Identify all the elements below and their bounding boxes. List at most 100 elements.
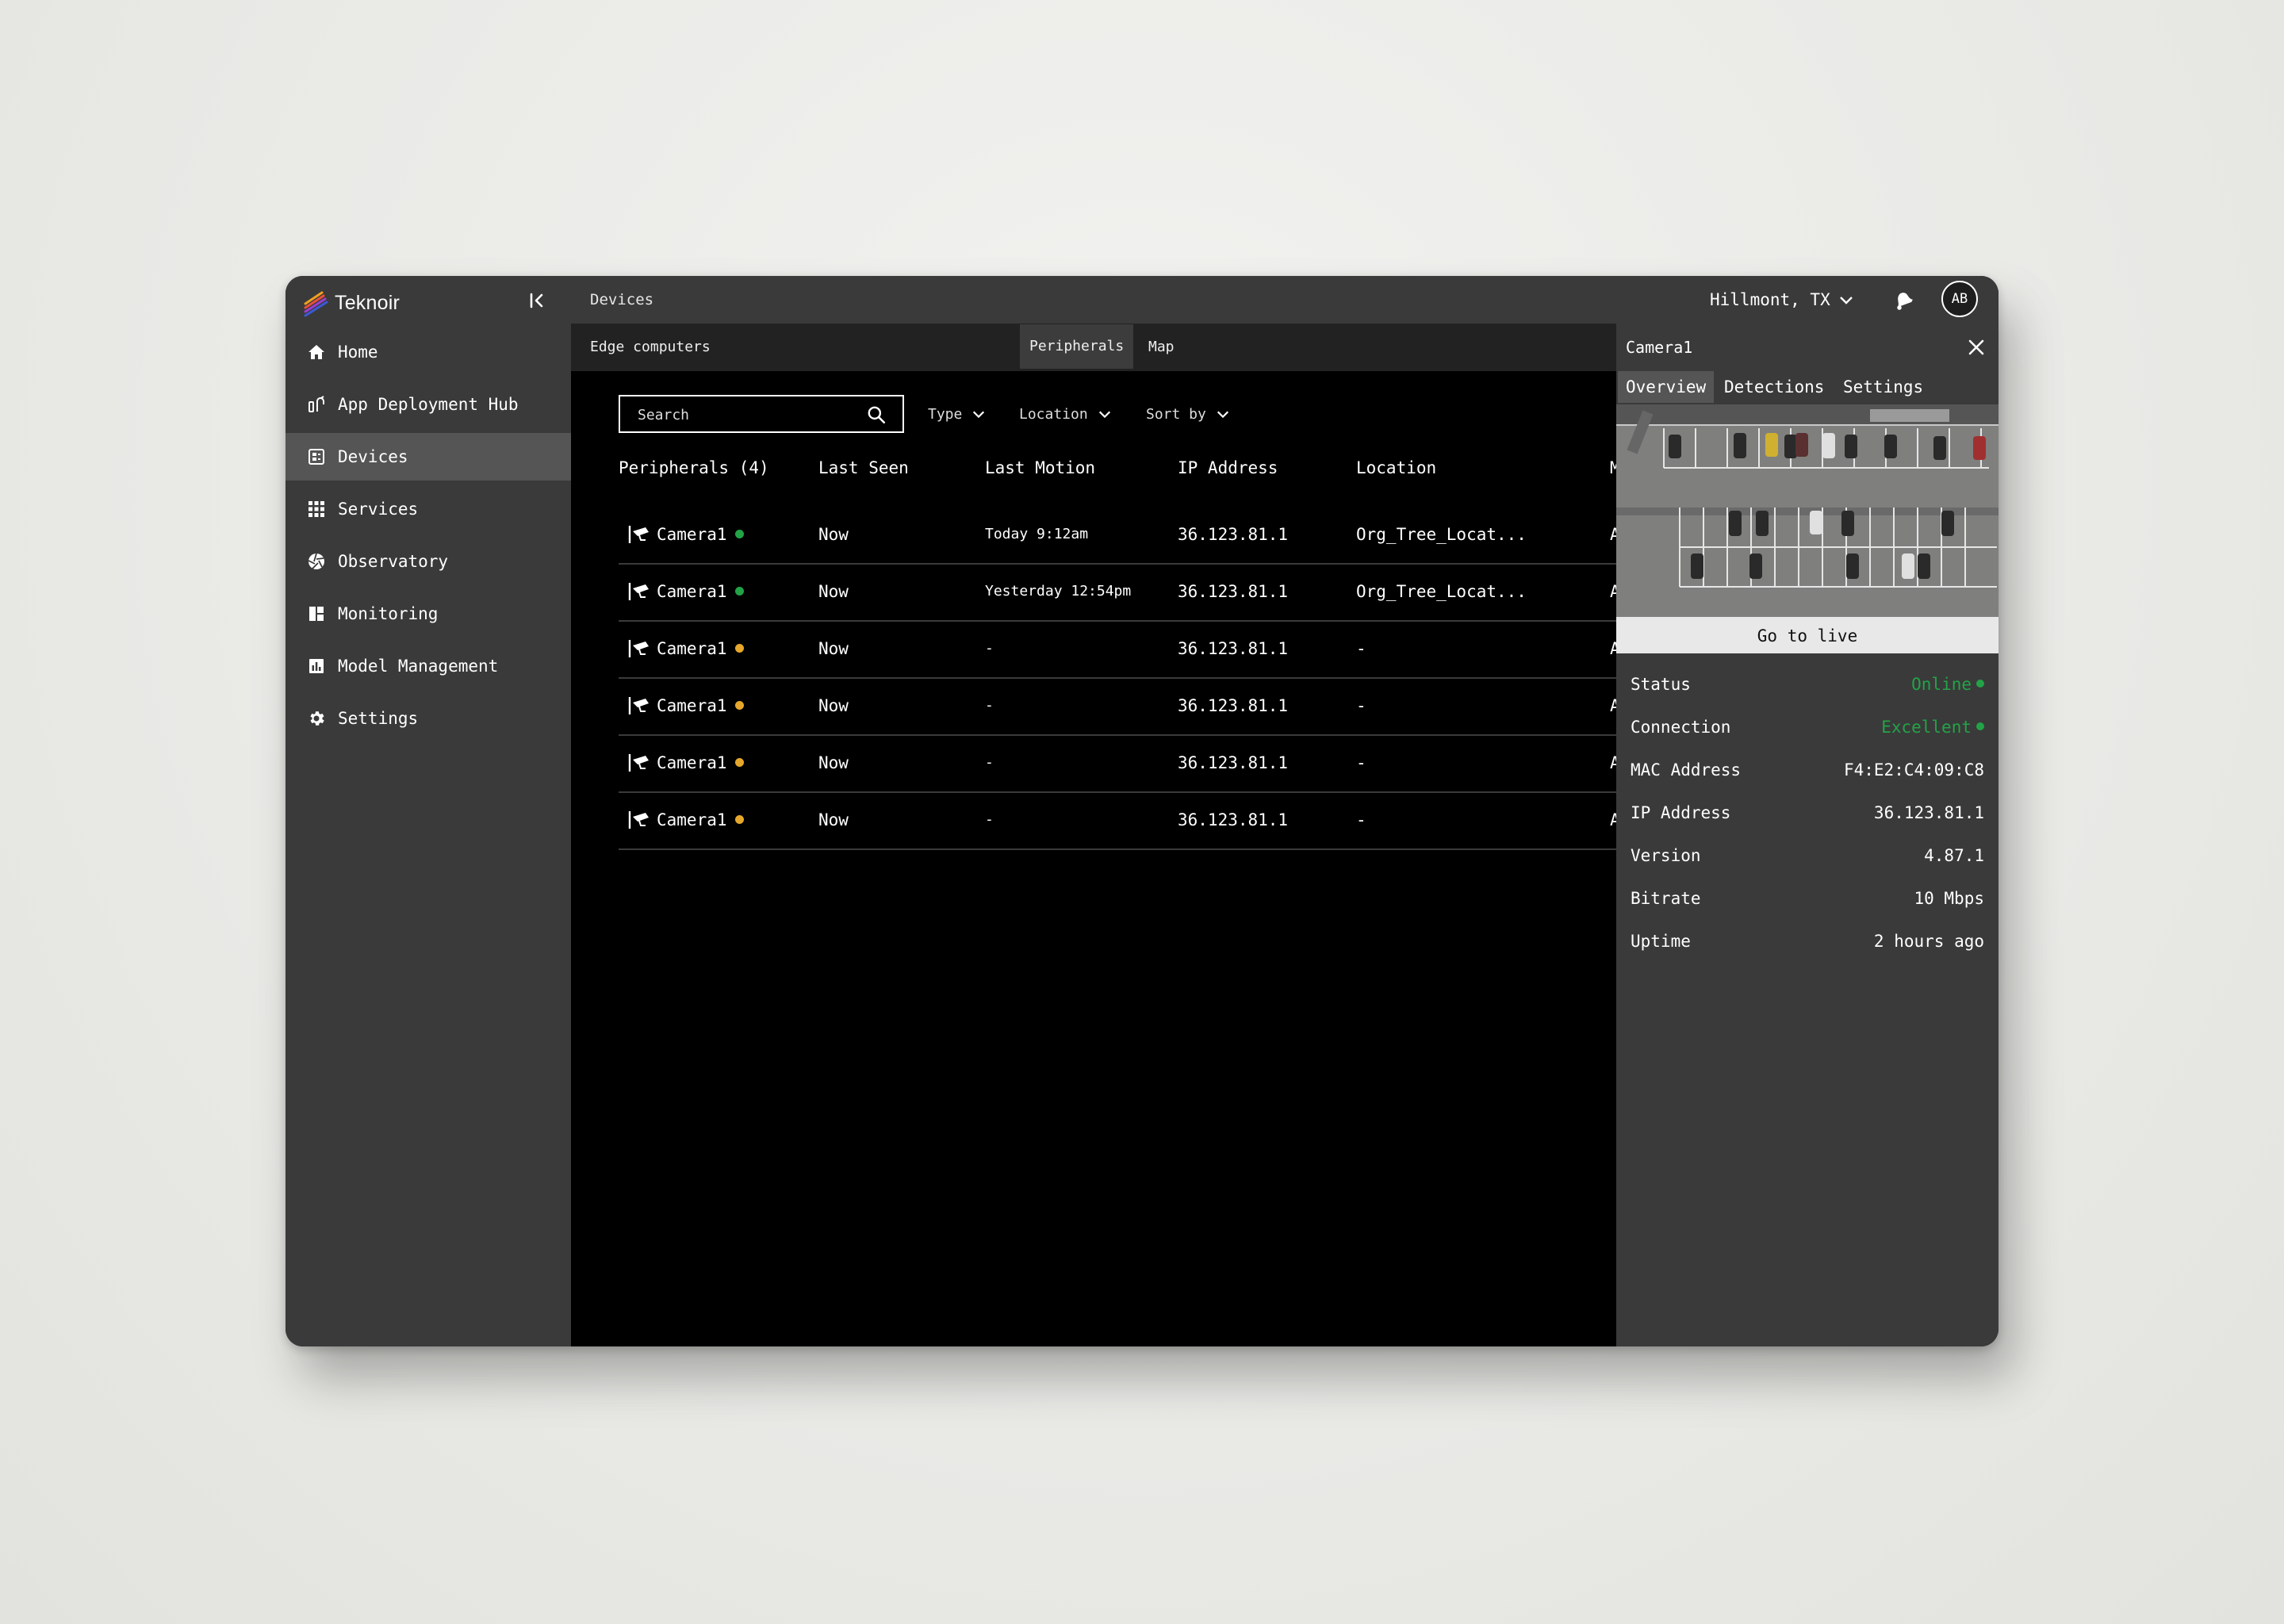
device-detail-panel: Camera1 Overview Detections Settings Go … [1616, 324, 1998, 1346]
last-motion-cell: Yesterday 12:54pm [985, 583, 1132, 599]
sidebar-item-label: Model Management [338, 657, 499, 676]
last-motion-cell: - [985, 640, 994, 657]
dashboard-icon [306, 603, 327, 624]
sidebar-item-app-deployment-hub[interactable]: App Deployment Hub [286, 381, 571, 428]
tab-edge-computers[interactable]: Edge computers [590, 324, 711, 371]
status-dot-icon [1976, 680, 1984, 688]
breadcrumb: Devices [590, 291, 654, 308]
truncated-cell: A [1610, 753, 1616, 772]
chevron-down-icon [973, 411, 985, 419]
bar-chart-icon [306, 656, 327, 676]
location-label: Hillmont, TX [1710, 290, 1830, 309]
sidebar-item-label: Settings [338, 709, 419, 728]
location-cell: - [1356, 696, 1366, 715]
chevron-down-icon [1217, 411, 1228, 419]
property-version: Version 4.87.1 [1631, 834, 1984, 877]
filter-label: Type [928, 405, 963, 423]
close-icon[interactable] [1967, 338, 1986, 357]
camera-preview[interactable] [1616, 404, 1998, 617]
teknoir-logo-icon [304, 291, 328, 317]
parking-lot-camera-image [1616, 404, 1998, 617]
camera-icon [628, 695, 650, 716]
ip-address-cell: 36.123.81.1 [1178, 582, 1289, 601]
sidebar-item-services[interactable]: Services [286, 485, 571, 533]
sidebar-item-monitoring[interactable]: Monitoring [286, 590, 571, 638]
type-filter[interactable]: Type [928, 395, 986, 433]
filter-label: Sort by [1146, 405, 1206, 423]
table-row[interactable]: Camera1 Now - 36.123.81.1 - A [619, 620, 1616, 679]
search-box[interactable] [619, 395, 904, 433]
ip-address-cell: 36.123.81.1 [1178, 810, 1289, 829]
sidebar: Teknoir Home App Deployment Hub Devices … [286, 276, 571, 1346]
location-cell: Org_Tree_Locat... [1356, 525, 1527, 544]
device-tabs: Edge computers Peripherals Map [571, 324, 1616, 371]
deploy-icon [306, 394, 327, 415]
tab-detections[interactable]: Detections [1716, 371, 1832, 403]
sidebar-item-observatory[interactable]: Observatory [286, 538, 571, 585]
table-header: Peripherals (4) Last Seen Last Motion IP… [619, 458, 1616, 490]
table-row[interactable]: Camera1 Now - 36.123.81.1 - A [619, 677, 1616, 736]
location-selector[interactable]: Hillmont, TX [1710, 276, 1854, 324]
tab-settings[interactable]: Settings [1835, 371, 1931, 403]
grid-icon [306, 499, 327, 519]
tab-map[interactable]: Map [1148, 324, 1175, 371]
column-header-truncated[interactable]: M [1610, 458, 1616, 477]
avatar[interactable]: AB [1941, 281, 1978, 317]
status-dot-icon [734, 586, 744, 596]
camera-icon [628, 638, 650, 659]
main-content: Type Location Sort by Peripherals (4) La… [571, 371, 1616, 1346]
camera-icon [628, 581, 650, 602]
property-label: MAC Address [1631, 760, 1742, 779]
search-input[interactable] [636, 396, 861, 433]
location-cell: - [1356, 810, 1366, 829]
property-bitrate: Bitrate 10 Mbps [1631, 877, 1984, 920]
last-seen-cell: Now [818, 639, 849, 658]
ip-address-cell: 36.123.81.1 [1178, 696, 1289, 715]
truncated-cell: A [1610, 639, 1616, 658]
sidebar-item-devices[interactable]: Devices [286, 433, 571, 481]
device-name-cell: Camera1 [657, 791, 744, 848]
sidebar-item-label: App Deployment Hub [338, 395, 519, 414]
sidebar-item-label: Devices [338, 447, 408, 466]
property-value: Online [1911, 663, 1984, 706]
sort-by-filter[interactable]: Sort by [1146, 395, 1230, 433]
truncated-cell: A [1610, 582, 1616, 601]
property-label: Version [1631, 846, 1701, 865]
search-icon[interactable] [866, 404, 887, 425]
table-row[interactable]: Camera1 Now - 36.123.81.1 - A [619, 791, 1616, 850]
table-row[interactable]: Camera1 Now Yesterday 12:54pm 36.123.81.1 Or… [619, 563, 1616, 622]
sidebar-item-settings[interactable]: Settings [286, 695, 571, 742]
notifications-button[interactable] [1889, 285, 1918, 314]
device-name-cell: Camera1 [657, 677, 744, 734]
table-row[interactable]: Camera1 Now - 36.123.81.1 - A [619, 734, 1616, 793]
column-header-location[interactable]: Location [1356, 458, 1436, 477]
property-value: Excellent [1881, 706, 1984, 749]
go-to-live-button[interactable]: Go to live [1616, 617, 1998, 653]
app-window: Teknoir Home App Deployment Hub Devices … [286, 276, 1998, 1346]
tab-peripherals[interactable]: Peripherals [1020, 324, 1134, 369]
sidebar-nav: Home App Deployment Hub Devices Services [286, 328, 571, 747]
home-icon [306, 342, 327, 362]
tab-overview[interactable]: Overview [1618, 371, 1715, 403]
column-header-peripherals[interactable]: Peripherals (4) [619, 458, 769, 477]
last-seen-cell: Now [818, 525, 849, 544]
sidebar-item-home[interactable]: Home [286, 328, 571, 376]
column-header-ip-address[interactable]: IP Address [1178, 458, 1278, 477]
brand-logo[interactable]: Teknoir [303, 287, 400, 319]
column-header-last-seen[interactable]: Last Seen [818, 458, 909, 477]
aperture-icon [306, 551, 327, 572]
table-row[interactable]: Camera1 Now Today 9:12am 36.123.81.1 Org_Tre… [619, 506, 1616, 565]
camera-icon [628, 810, 650, 830]
gear-icon [306, 708, 327, 729]
last-motion-cell: Today 9:12am [985, 526, 1089, 542]
brand-name: Teknoir [335, 291, 400, 314]
property-label: Uptime [1631, 932, 1691, 951]
collapse-sidebar-button[interactable] [523, 287, 550, 314]
sidebar-item-model-management[interactable]: Model Management [286, 642, 571, 690]
location-cell: - [1356, 753, 1366, 772]
property-value: 36.123.81.1 [1873, 803, 1984, 822]
column-header-last-motion[interactable]: Last Motion [985, 458, 1095, 477]
location-filter[interactable]: Location [1019, 395, 1112, 433]
device-name-cell: Camera1 [657, 620, 744, 677]
property-value: F4:E2:C4:09:C8 [1843, 760, 1984, 779]
